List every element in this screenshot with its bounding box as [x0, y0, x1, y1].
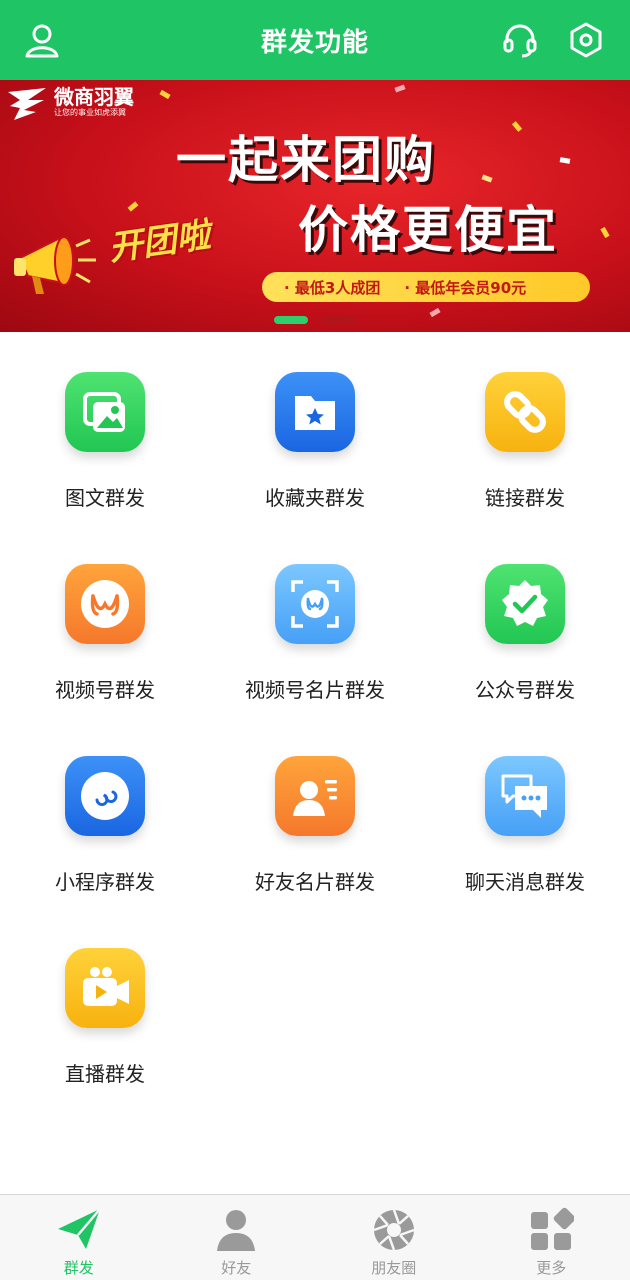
- link-icon: [485, 372, 565, 452]
- feature-mini-program[interactable]: 小程序群发: [0, 716, 210, 906]
- feature-chat-message[interactable]: 聊天消息群发: [420, 716, 630, 906]
- banner-sticker: 开团啦: [106, 215, 213, 269]
- feature-official-account[interactable]: 公众号群发: [420, 524, 630, 714]
- promo-bar: · 最低3人成团 · 最低年会员90元: [262, 272, 590, 302]
- banner-headline-2: 价格更便宜: [298, 201, 558, 259]
- confetti: [429, 307, 441, 318]
- official-account-icon: [485, 564, 565, 644]
- confetti: [481, 174, 493, 183]
- confetti: [159, 89, 171, 100]
- settings-button[interactable]: [566, 20, 606, 60]
- promo-text-1: · 最低3人成团: [284, 278, 381, 297]
- confetti: [394, 84, 406, 93]
- feature-label: 好友名片群发: [255, 870, 375, 894]
- more-grid-icon: [528, 1207, 575, 1253]
- chat-bubbles-icon: [485, 756, 565, 836]
- user-icon: [25, 24, 59, 58]
- channels-card-icon: [275, 564, 355, 644]
- confetti: [600, 226, 610, 239]
- feature-label: 图文群发: [65, 486, 145, 510]
- tab-moments[interactable]: 朋友圈: [315, 1195, 473, 1280]
- confetti: [127, 201, 139, 212]
- tab-label: 朋友圈: [371, 1259, 417, 1277]
- tab-label: 好友: [221, 1259, 252, 1277]
- tab-friends[interactable]: 好友: [158, 1195, 316, 1280]
- feature-favorites[interactable]: 收藏夹群发: [210, 332, 420, 522]
- feature-label: 链接群发: [485, 486, 565, 510]
- confetti: [559, 157, 571, 164]
- feature-label: 视频号名片群发: [245, 678, 385, 702]
- promo-text-2: · 最低年会员90元: [404, 278, 527, 297]
- person-icon: [213, 1207, 259, 1253]
- feature-contact-card[interactable]: 好友名片群发: [210, 716, 420, 906]
- aperture-icon: [371, 1207, 417, 1253]
- megaphone-icon: [14, 236, 96, 294]
- feature-image-text[interactable]: 图文群发: [0, 332, 210, 522]
- feature-channels[interactable]: 视频号群发: [0, 524, 210, 714]
- feature-label: 直播群发: [65, 1062, 145, 1086]
- contact-card-icon: [275, 756, 355, 836]
- customer-service-button[interactable]: [500, 20, 540, 60]
- brand-logo: 微商羽翼 让您的事业如虎添翼: [6, 86, 134, 122]
- live-video-icon: [65, 948, 145, 1028]
- brand-name: 微商羽翼: [54, 85, 134, 109]
- promo-banner[interactable]: 微商羽翼 让您的事业如虎添翼 一起来团购 价格更便宜 开团啦 · 最低3人成团 …: [0, 80, 630, 332]
- favorites-folder-icon: [275, 372, 355, 452]
- feature-channels-card[interactable]: 视频号名片群发: [210, 524, 420, 714]
- feature-label: 视频号群发: [55, 678, 155, 702]
- feature-live[interactable]: 直播群发: [0, 908, 210, 1098]
- feature-label: 公众号群发: [475, 678, 575, 702]
- feature-label: 聊天消息群发: [465, 870, 585, 894]
- carousel-dot-active[interactable]: [274, 316, 308, 324]
- channels-icon: [65, 564, 145, 644]
- feature-label: 收藏夹群发: [265, 486, 365, 510]
- tab-label: 群发: [63, 1259, 94, 1277]
- tab-more[interactable]: 更多: [473, 1195, 630, 1280]
- tab-label: 更多: [536, 1259, 567, 1277]
- tab-broadcast[interactable]: 群发: [0, 1195, 158, 1280]
- page-title: 群发功能: [260, 27, 369, 58]
- user-button[interactable]: [22, 20, 62, 60]
- image-text-icon: [65, 372, 145, 452]
- mini-program-icon: [65, 756, 145, 836]
- wing-logo-icon: [8, 88, 46, 120]
- feature-label: 小程序群发: [55, 870, 155, 894]
- settings-icon: [570, 22, 602, 58]
- send-icon: [56, 1207, 102, 1253]
- carousel-indicator: [274, 316, 356, 324]
- bottom-tab-bar: 群发 好友 朋友圈 更多: [0, 1194, 630, 1280]
- confetti: [511, 121, 523, 132]
- feature-link[interactable]: 链接群发: [420, 332, 630, 522]
- carousel-dot[interactable]: [322, 316, 356, 324]
- banner-headline-1: 一起来团购: [176, 131, 436, 189]
- app-header: 群发功能: [0, 0, 630, 80]
- brand-slogan: 让您的事业如虎添翼: [54, 108, 126, 117]
- headset-icon: [503, 24, 537, 58]
